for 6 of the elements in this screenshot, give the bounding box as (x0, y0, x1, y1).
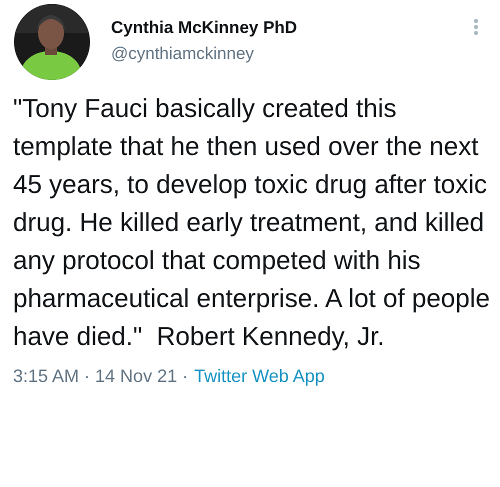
author-name: Cynthia McKinney PhD (111, 17, 298, 39)
tweet-timestamp: 3:15 AM · 14 Nov 21 · (13, 365, 188, 387)
author-handle: @cynthiamckinney (111, 43, 255, 65)
source-link[interactable]: Twitter Web App (194, 365, 325, 387)
more-icon[interactable] (473, 18, 479, 36)
tweet-text: "Tony Fauci basically created this template that he then used over the next 45 years, to develop toxic drug after toxic drug. He killed early treatment, and killed any protocol that competed with his pharmaceutical enterprise. A lot of people have died." Robert Kennedy, Jr. (13, 92, 491, 353)
